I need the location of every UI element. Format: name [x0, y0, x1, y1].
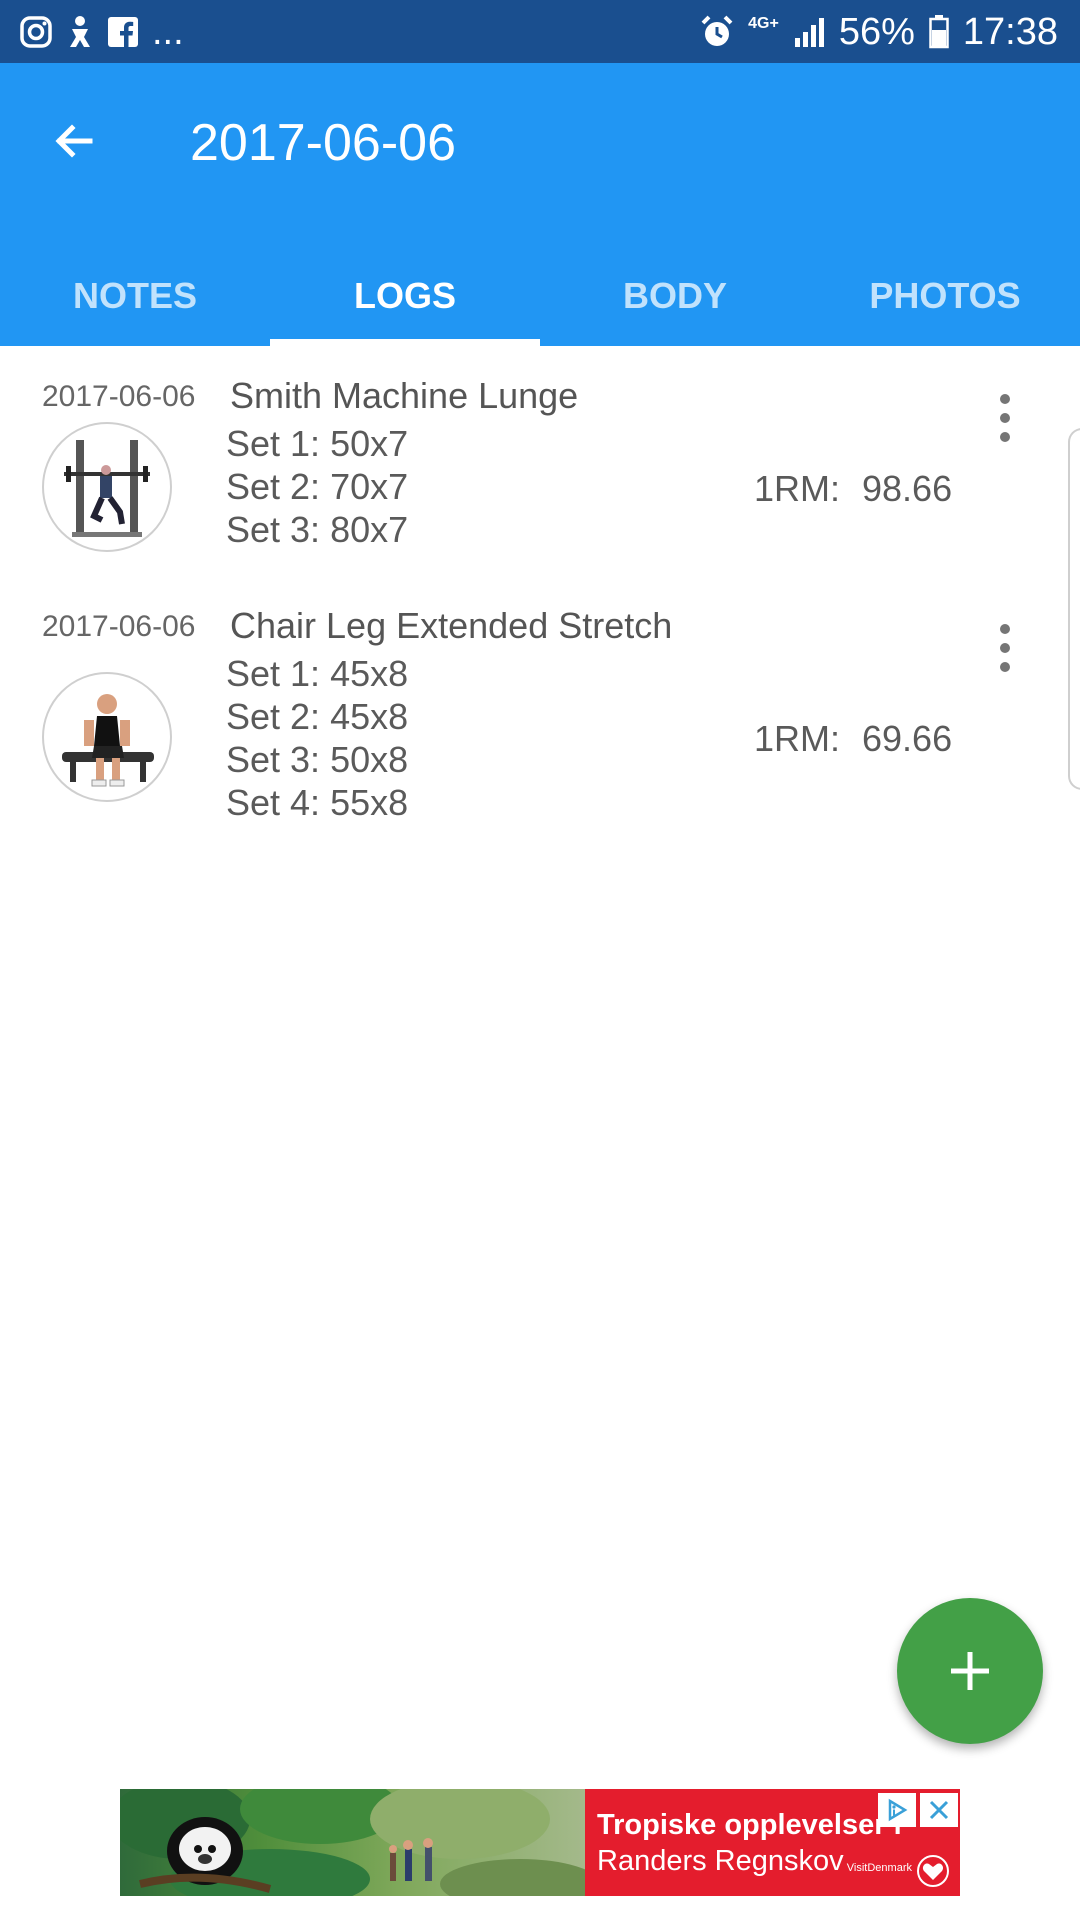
more-vert-icon — [1000, 624, 1010, 634]
set-row: Set 3: 50x8 — [226, 739, 409, 780]
log-entry[interactable]: 2017-06-06 Chair Leg Extended Stretch Se… — [0, 600, 1080, 840]
network-type: 4G+ — [748, 15, 779, 32]
set-row: Set 1: 45x8 — [226, 653, 409, 694]
one-rep-max-label: 1RM: — [754, 468, 841, 509]
battery-percent: 56% — [838, 10, 915, 53]
plus-icon — [951, 1652, 989, 1690]
rainforest-image — [120, 1789, 600, 1896]
ad-headline: Tropiske opplevelser i — [597, 1809, 902, 1841]
set-row: Set 2: 45x8 — [226, 696, 409, 737]
tab-body[interactable]: BODY — [540, 246, 810, 346]
log-date: 2017-06-06 — [42, 380, 196, 413]
one-rep-max-label: 1RM: — [754, 718, 841, 759]
exercise-thumbnail — [42, 422, 172, 552]
back-button[interactable] — [44, 111, 104, 171]
exercise-name: Smith Machine Lunge — [230, 375, 579, 416]
log-date: 2017-06-06 — [42, 610, 196, 643]
tab-bar: NOTES LOGS BODY PHOTOS — [0, 246, 1080, 346]
tab-photos[interactable]: PHOTOS — [810, 246, 1080, 346]
ad-image — [120, 1789, 600, 1896]
more-notifications-ellipsis: ... — [152, 10, 184, 53]
set-row: Set 2: 70x7 — [226, 466, 409, 507]
status-bar: ... 4G+ 56% 17:38 — [0, 0, 1080, 63]
status-bar-left: ... — [20, 10, 184, 54]
ad-brand: VisitDenmark — [846, 1862, 912, 1874]
signal-icon — [793, 16, 825, 48]
ad-close-button[interactable] — [920, 1793, 958, 1827]
one-rep-max-value: 98.66 — [862, 468, 953, 509]
exercise-thumbnail — [42, 672, 172, 802]
battery-icon — [929, 15, 949, 49]
exercise-name: Chair Leg Extended Stretch — [230, 605, 673, 646]
more-vert-icon — [1000, 394, 1010, 404]
clock: 17:38 — [962, 10, 1058, 53]
sets-list: Set 1: 45x8 Set 2: 45x8 Set 3: 50x8 Set … — [226, 652, 408, 824]
close-icon — [929, 1800, 949, 1820]
ad-choices-button[interactable] — [878, 1793, 916, 1827]
ad-choices-icon — [888, 1798, 908, 1822]
one-rep-max-value: 69.66 — [862, 718, 953, 759]
chair-stretch-image — [62, 694, 154, 787]
tab-notes[interactable]: NOTES — [0, 246, 270, 346]
tab-logs[interactable]: LOGS — [270, 246, 540, 346]
set-row: Set 4: 55x8 — [226, 782, 409, 823]
sets-list: Set 1: 50x7 Set 2: 70x7 Set 3: 80x7 — [226, 422, 408, 551]
arrow-back-icon — [55, 124, 93, 158]
set-row: Set 1: 50x7 — [226, 423, 409, 464]
visitdenmark-logo-icon — [917, 1855, 949, 1887]
ad-banner[interactable]: Tropiske opplevelser i Randers Regnskov … — [120, 1789, 960, 1896]
more-options-button[interactable] — [990, 618, 1020, 678]
set-row: Set 3: 80x7 — [226, 509, 409, 550]
app-bar: 2017-06-06 NOTES LOGS BODY PHOTOS — [0, 63, 1080, 346]
status-bar-right: 4G+ 56% 17:38 — [700, 10, 1058, 54]
add-log-button[interactable] — [897, 1598, 1043, 1744]
alarm-icon — [700, 15, 734, 49]
facebook-icon — [108, 17, 138, 47]
log-entry[interactable]: 2017-06-06 Smith Machine Lunge Set 1: 50… — [0, 370, 1080, 570]
instagram-icon — [20, 16, 52, 48]
edge-panel-handle[interactable] — [1068, 428, 1080, 790]
smith-machine-image — [64, 440, 150, 537]
notification-icon — [66, 15, 94, 49]
ad-subline: Randers Regnskov — [597, 1845, 844, 1877]
more-options-button[interactable] — [990, 388, 1020, 448]
page-title: 2017-06-06 — [190, 114, 456, 172]
ad-text-panel: Tropiske opplevelser i Randers Regnskov … — [585, 1789, 960, 1896]
